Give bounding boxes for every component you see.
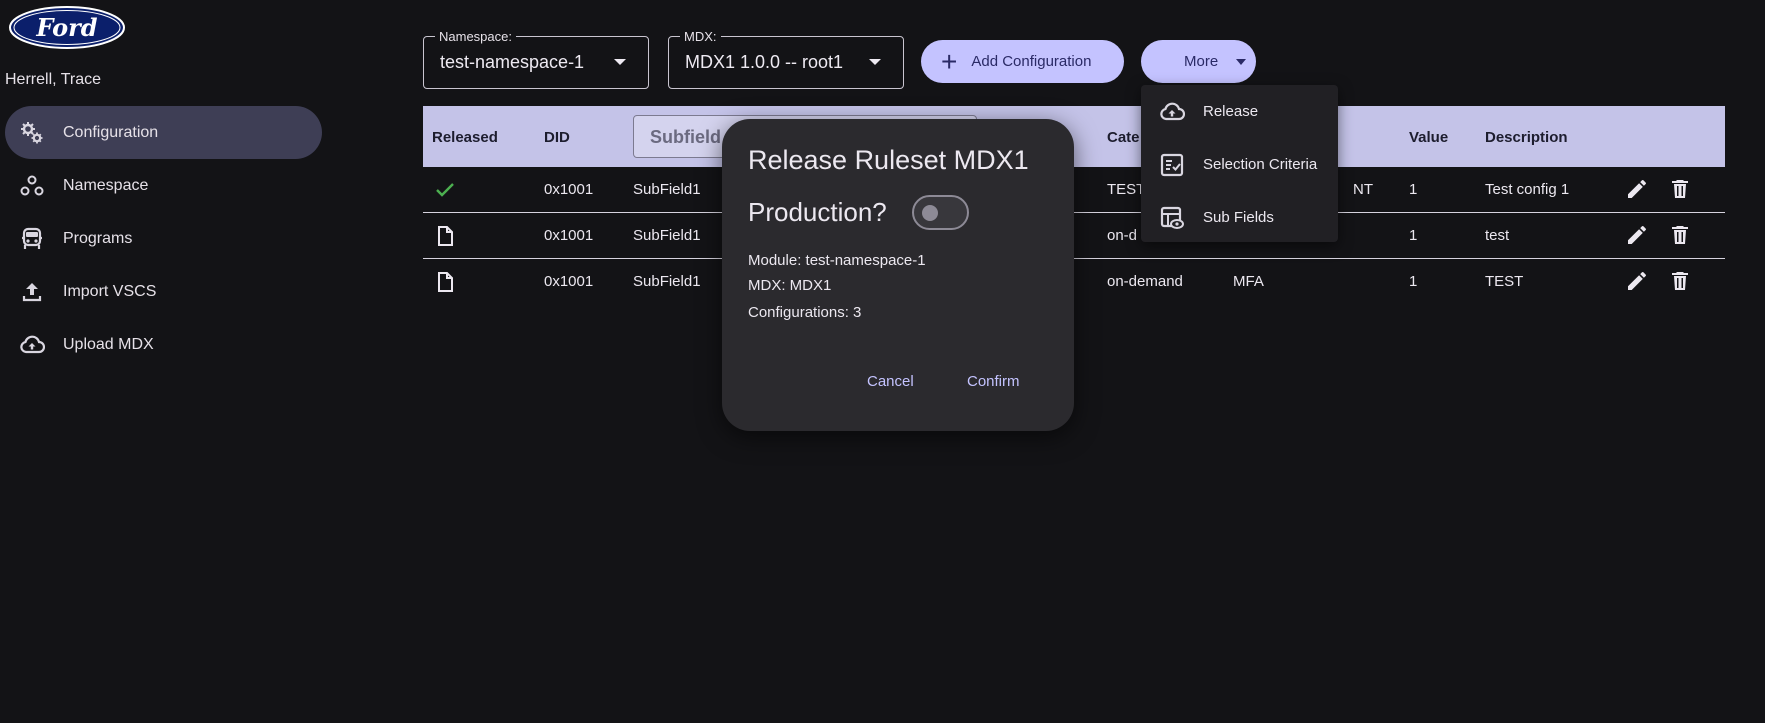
menu-item-label: Sub Fields xyxy=(1203,209,1274,226)
menu-item-label: Release xyxy=(1203,103,1259,120)
cell-description: test xyxy=(1485,227,1510,244)
edit-icon[interactable] xyxy=(1625,223,1649,251)
dialog-module: Module: test-namespace-1 xyxy=(748,252,926,269)
sidebar-item-upload-mdx[interactable]: Upload MDX xyxy=(5,318,322,371)
mdx-select[interactable]: MDX: MDX1 1.0.0 -- root1 xyxy=(668,29,904,89)
menu-item-release[interactable]: Release xyxy=(1141,85,1338,138)
checklist-icon xyxy=(1159,152,1185,178)
header-did[interactable]: DID xyxy=(544,129,570,146)
header-description[interactable]: Description xyxy=(1485,129,1568,146)
cancel-button[interactable]: Cancel xyxy=(867,373,914,390)
mdx-select-value: MDX1 1.0.0 -- root1 xyxy=(685,52,844,72)
delete-icon[interactable] xyxy=(1668,269,1692,297)
sidebar-item-import-vscs[interactable]: Import VSCS xyxy=(5,265,322,318)
header-released[interactable]: Released xyxy=(432,129,498,146)
caret-down-icon xyxy=(614,59,626,65)
bubbles-icon xyxy=(19,173,45,199)
edit-icon[interactable] xyxy=(1625,269,1649,297)
logo-text: Ford xyxy=(35,13,97,42)
namespace-select-value: test-namespace-1 xyxy=(440,52,585,72)
check-icon xyxy=(434,179,456,205)
toggle-knob xyxy=(922,205,938,221)
menu-item-selection-criteria[interactable]: Selection Criteria xyxy=(1141,138,1338,191)
dialog-mdx: MDX: MDX1 xyxy=(748,277,832,294)
table-eye-icon xyxy=(1159,205,1185,231)
sidebar-item-label: Import VSCS xyxy=(63,282,157,300)
dialog-configurations: Configurations: 3 xyxy=(748,304,862,321)
table-header: Released DID Subfield Cate Value Descrip… xyxy=(423,106,1725,167)
delete-icon[interactable] xyxy=(1668,177,1692,205)
cell-did: 0x1001 xyxy=(544,227,594,244)
cloud-upload-icon xyxy=(19,332,45,358)
release-dialog: Release Ruleset MDX1 Production? Module:… xyxy=(722,119,1074,431)
mdx-select-label: MDX: xyxy=(680,29,721,44)
cell-col5: NT xyxy=(1353,181,1373,198)
cell-did: 0x1001 xyxy=(544,273,594,290)
ford-logo: Ford xyxy=(8,6,126,49)
cell-category: on-d xyxy=(1107,227,1138,244)
menu-item-sub-fields[interactable]: Sub Fields xyxy=(1141,191,1338,244)
dialog-title: Release Ruleset MDX1 xyxy=(748,145,1029,175)
sidebar-item-programs[interactable]: Programs xyxy=(5,212,322,265)
caret-down-icon xyxy=(1236,58,1247,65)
upload-icon xyxy=(19,279,45,305)
sidebar-item-label: Namespace xyxy=(63,176,149,194)
cell-subfield: SubField1 xyxy=(633,273,701,290)
gears-icon xyxy=(19,120,45,146)
cell-category: TEST xyxy=(1107,181,1146,198)
user-name: Herrell, Trace xyxy=(5,71,102,88)
cell-value: 1 xyxy=(1409,181,1418,198)
sidebar-item-namespace[interactable]: Namespace xyxy=(5,159,322,212)
cell-description: TEST xyxy=(1485,273,1524,290)
delete-icon[interactable] xyxy=(1668,223,1692,251)
file-icon xyxy=(434,271,456,297)
sidebar-item-label: Programs xyxy=(63,229,133,247)
confirm-button[interactable]: Confirm xyxy=(967,373,1020,390)
table-row: 0x1001 SubField1 TEST NT 1 Test config 1 xyxy=(423,167,1725,213)
cell-col5: MFA xyxy=(1233,273,1264,290)
header-category[interactable]: Cate xyxy=(1107,129,1140,146)
plus-icon: + xyxy=(941,45,958,77)
sidebar-item-label: Configuration xyxy=(63,123,159,141)
cell-description: Test config 1 xyxy=(1485,181,1570,198)
table-row: 0x1001 SubField1 on-demand MFA 1 TEST xyxy=(423,259,1725,305)
cell-subfield: SubField1 xyxy=(633,227,701,244)
header-value[interactable]: Value xyxy=(1409,129,1448,146)
more-label: More xyxy=(1184,53,1219,70)
configuration-table: Released DID Subfield Cate Value Descrip… xyxy=(423,106,1725,305)
cell-value: 1 xyxy=(1409,273,1418,290)
sidebar-item-configuration[interactable]: Configuration xyxy=(5,106,322,159)
namespace-select-label: Namespace: xyxy=(435,29,516,44)
cloud-upload-icon xyxy=(1159,99,1185,125)
caret-down-icon xyxy=(869,59,881,65)
production-label: Production? xyxy=(748,197,887,227)
add-configuration-label: Add Configuration xyxy=(971,53,1092,70)
more-button[interactable]: More xyxy=(1141,40,1256,83)
cell-value: 1 xyxy=(1409,227,1418,244)
cell-category: on-demand xyxy=(1107,273,1183,290)
file-icon xyxy=(434,225,456,251)
menu-item-label: Selection Criteria xyxy=(1203,156,1318,173)
add-configuration-button[interactable]: + Add Configuration xyxy=(921,40,1124,83)
namespace-select[interactable]: Namespace: test-namespace-1 xyxy=(423,29,649,89)
table-row: 0x1001 SubField1 on-d 1 test xyxy=(423,213,1725,259)
subfield-filter-placeholder: Subfield xyxy=(650,127,721,147)
sidebar-nav: Configuration Namespace Programs Import … xyxy=(5,106,322,371)
cell-did: 0x1001 xyxy=(544,181,594,198)
sidebar-item-label: Upload MDX xyxy=(63,335,154,353)
edit-icon[interactable] xyxy=(1625,177,1649,205)
production-toggle[interactable] xyxy=(912,195,969,230)
car-icon xyxy=(19,226,45,252)
cell-subfield: SubField1 xyxy=(633,181,701,198)
more-menu: Release Selection Criteria Sub Fields xyxy=(1141,85,1338,242)
